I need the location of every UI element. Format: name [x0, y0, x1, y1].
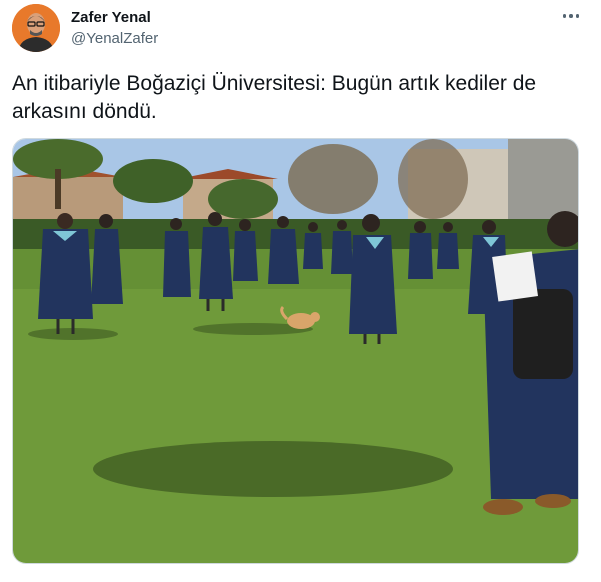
avatar[interactable] — [12, 4, 60, 52]
tweet-text: An itibariyle Boğaziçi Üniversitesi: Bug… — [12, 72, 537, 123]
dot — [575, 14, 580, 18]
tweet-card: Zafer Yenal @YenalZafer An itibariyle Bo… — [0, 0, 601, 582]
dot — [562, 14, 567, 18]
more-options-icon[interactable] — [558, 6, 584, 26]
graduation-photo — [13, 139, 578, 563]
dot — [569, 14, 573, 18]
author-name[interactable]: Zafer Yenal — [71, 9, 151, 26]
author-handle[interactable]: @YenalZafer — [71, 30, 158, 47]
avatar-image — [12, 4, 60, 52]
tweet-photo[interactable] — [12, 138, 579, 564]
